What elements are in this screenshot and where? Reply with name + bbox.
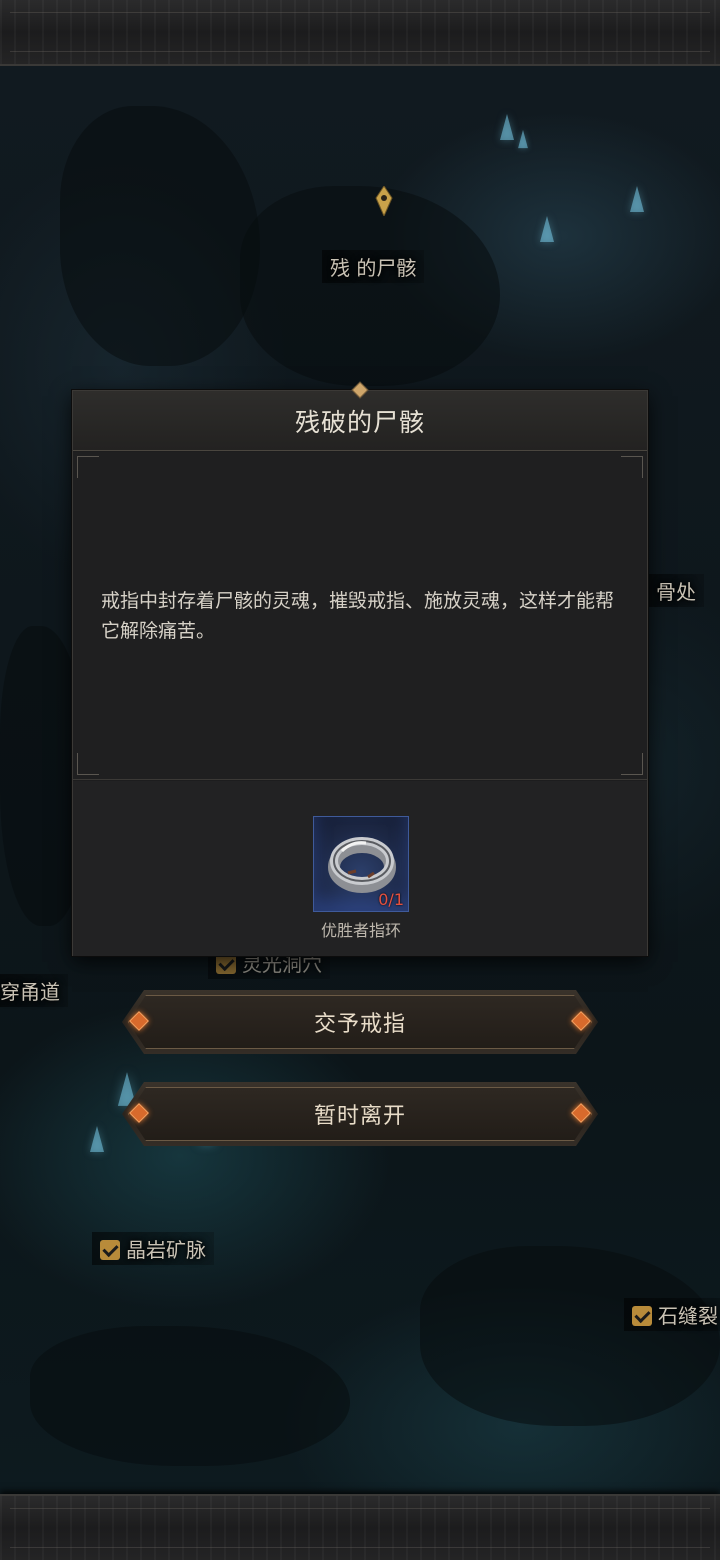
top-frame-bar [0,0,720,66]
crystal [540,216,554,242]
cave-rock [30,1326,350,1466]
map-label-corpse[interactable]: 残 的尸骸 [322,250,425,283]
event-dialog: 残破的尸骸 戒指中封存着尸骸的灵魂，摧毁戒指、施放灵魂，这样才能帮它解除痛苦。 … [72,381,648,956]
dialog-body: 戒指中封存着尸骸的灵魂，摧毁戒指、施放灵魂，这样才能帮它解除痛苦。 [73,452,647,780]
ring-icon [328,837,396,893]
map-label-crystal-vein[interactable]: 晶岩矿脉 [92,1232,214,1265]
map-label-passage[interactable]: 穿甬道 [0,974,68,1007]
location-marker-icon[interactable] [375,186,393,216]
cave-rock [420,1246,720,1426]
required-items-area: 0/1 优胜者指环 [73,781,647,956]
item-name: 优胜者指环 [320,921,401,940]
cave-rock [60,106,260,366]
crystal [630,186,644,212]
check-icon [632,1306,652,1326]
map-label-stone-crack[interactable]: 石缝裂 [624,1298,720,1331]
corner-ornament-icon [77,753,99,775]
corner-ornament-icon [77,456,99,478]
leave-button[interactable]: 暂时离开 [112,1082,608,1146]
crystal [90,1126,104,1152]
dialog-description: 戒指中封存着尸骸的灵魂，摧毁戒指、施放灵魂，这样才能帮它解除痛苦。 [101,590,615,642]
bottom-frame-bar [0,1494,720,1560]
item-count: 0/1 [378,890,404,909]
corner-ornament-icon [621,456,643,478]
crystal [500,114,514,140]
dialog-header: 残破的尸骸 [73,381,647,451]
give-ring-button[interactable]: 交予戒指 [112,990,608,1054]
crystal [518,129,528,149]
corner-ornament-icon [621,753,643,775]
leave-label: 暂时离开 [313,1104,406,1129]
check-icon [216,954,236,974]
item-slot[interactable]: 0/1 [313,816,409,912]
cave-rock [240,186,500,386]
dialog-title: 残破的尸骸 [294,407,425,437]
give-ring-label: 交予戒指 [313,1012,406,1037]
map-label-bone[interactable]: 骨处 [648,574,704,607]
check-icon [100,1240,120,1260]
